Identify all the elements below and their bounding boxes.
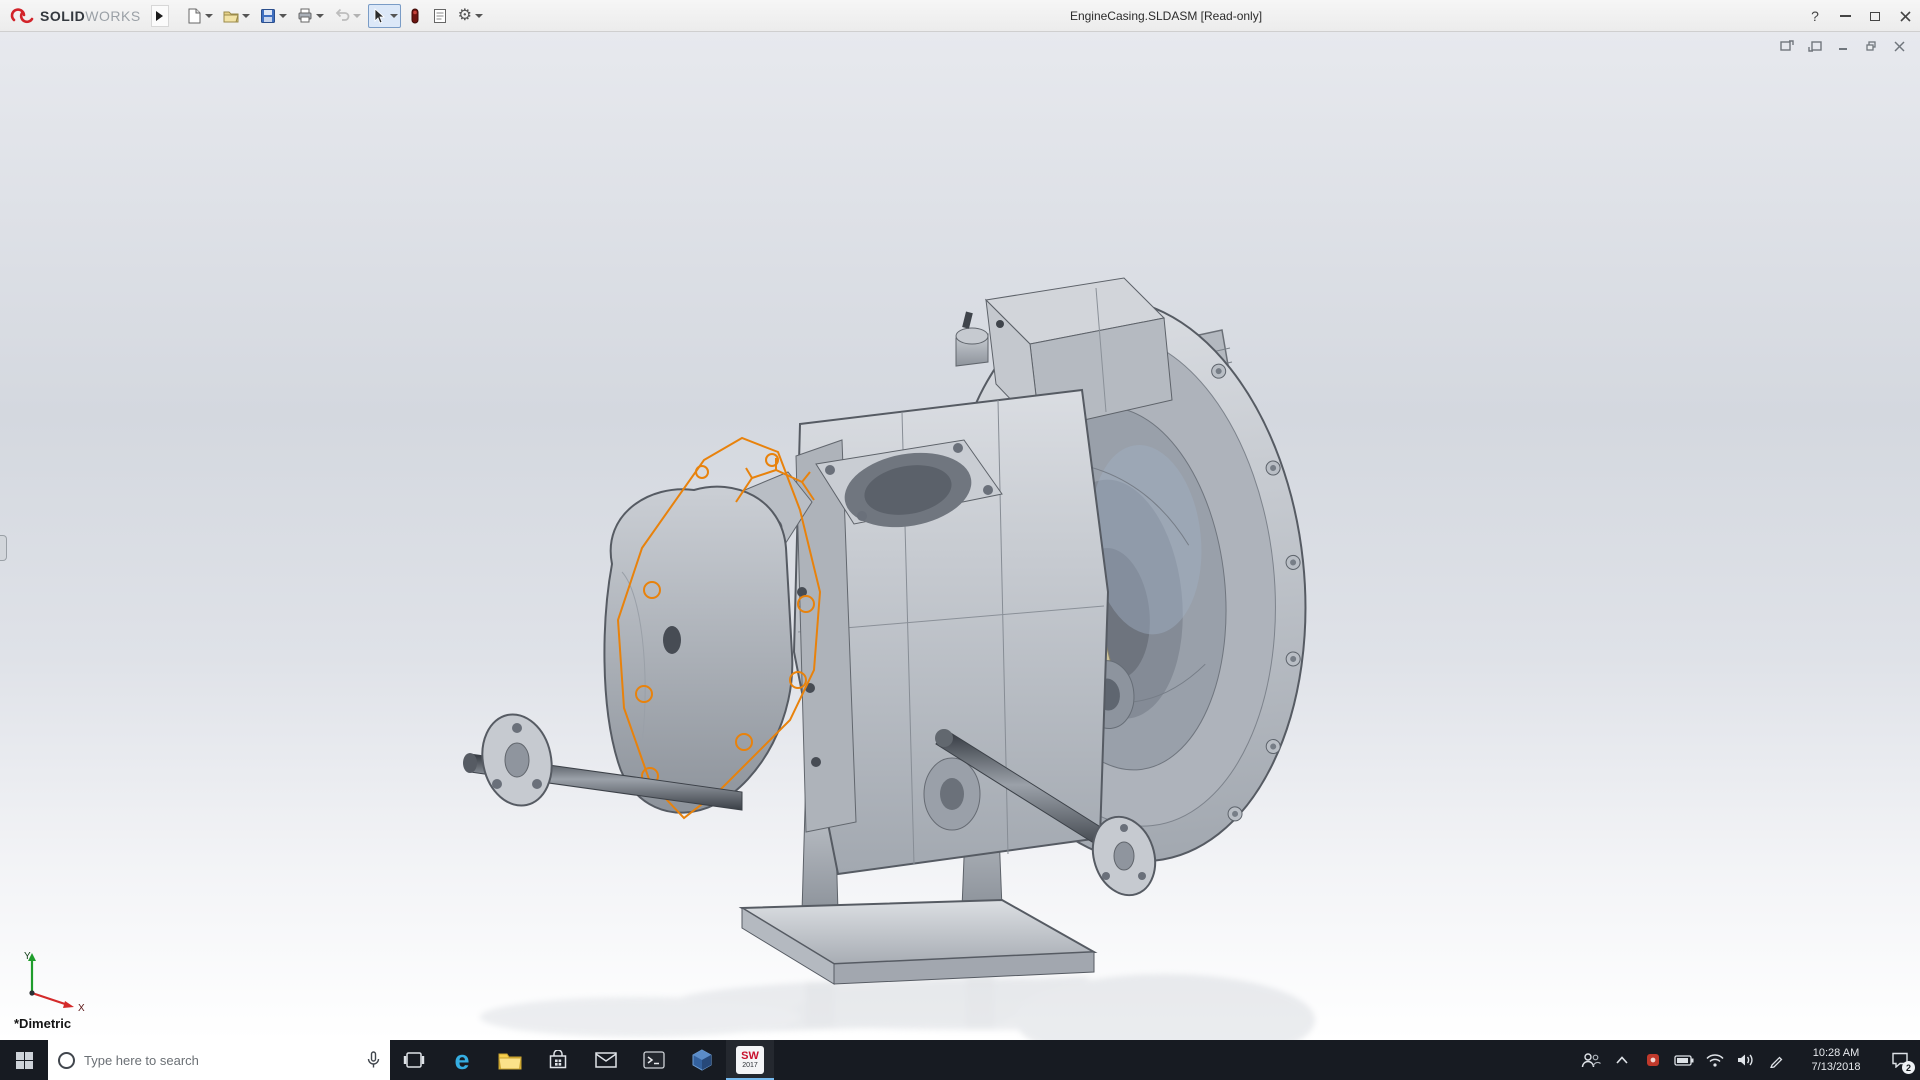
save-button[interactable] [257, 4, 290, 28]
cortana-icon [58, 1052, 75, 1069]
chevron-up-icon [1616, 1056, 1628, 1064]
panel-collapse-tab[interactable] [0, 535, 7, 561]
taskbar-apps: e [390, 1040, 774, 1080]
graphics-viewport[interactable]: Y X *Dimetric [0, 32, 1920, 1040]
quick-access-toolbar: ⚙ [183, 4, 486, 28]
float-pane-icon[interactable] [1776, 38, 1798, 54]
options-button[interactable]: ⚙ [455, 4, 486, 28]
system-tray: 10:28 AM 7/13/2018 2 [1575, 1040, 1920, 1080]
edrawings-button[interactable] [678, 1040, 726, 1080]
battery-icon [1674, 1055, 1694, 1066]
file-explorer-button[interactable] [486, 1040, 534, 1080]
new-document-button[interactable] [183, 4, 216, 28]
view-orientation-label: *Dimetric [14, 1016, 71, 1031]
start-button[interactable] [0, 1040, 48, 1080]
windows-logo-icon [16, 1052, 33, 1069]
command-prompt-button[interactable] [630, 1040, 678, 1080]
toolbar-expand-arrow[interactable] [151, 5, 169, 27]
task-view-button[interactable] [390, 1040, 438, 1080]
maximize-button[interactable] [1860, 0, 1890, 32]
people-button[interactable] [1575, 1040, 1606, 1080]
print-button[interactable] [294, 4, 327, 28]
pen-icon [1769, 1053, 1784, 1068]
side-cover-plate[interactable] [604, 487, 792, 813]
window-controls: ? [1800, 0, 1920, 32]
solidworks-logo: SOLIDWORKS [0, 0, 151, 31]
undo-button[interactable] [331, 4, 364, 28]
open-document-icon [223, 8, 239, 24]
undo-icon [334, 8, 350, 24]
command-prompt-icon [643, 1051, 665, 1069]
windows-taskbar: e [0, 1040, 1920, 1080]
show-hidden-icons-button[interactable] [1606, 1040, 1637, 1080]
edge-button[interactable]: e [438, 1040, 486, 1080]
store-button[interactable] [534, 1040, 582, 1080]
floor-reflection [480, 974, 1315, 1040]
edge-icon: e [454, 1047, 469, 1074]
select-tool-button[interactable] [368, 4, 401, 28]
dropdown-arrow-icon[interactable] [475, 14, 483, 18]
taskbar-search[interactable] [48, 1040, 390, 1080]
solidworks-rx-button[interactable] [1637, 1040, 1668, 1080]
solidworks-app-icon: SW 2017 [736, 1046, 764, 1074]
store-icon [548, 1050, 568, 1070]
notification-badge: 2 [1902, 1061, 1915, 1074]
new-document-icon [186, 8, 202, 24]
child-close-button[interactable] [1888, 38, 1910, 54]
document-window-controls [1776, 38, 1910, 54]
dropdown-arrow-icon[interactable] [353, 14, 361, 18]
battery-button[interactable] [1668, 1040, 1699, 1080]
open-document-button[interactable] [220, 4, 253, 28]
file-properties-button[interactable] [429, 4, 451, 28]
triad-y-label: Y [24, 951, 31, 962]
child-minimize-button[interactable] [1832, 38, 1854, 54]
speaker-icon [1737, 1053, 1754, 1067]
solidworks-logo-glyph [10, 6, 36, 26]
options-gear-icon: ⚙ [458, 8, 472, 24]
file-properties-icon [432, 8, 448, 24]
wifi-icon [1706, 1054, 1724, 1067]
rebuild-icon [408, 8, 422, 24]
minimize-button[interactable] [1830, 0, 1860, 32]
dock-pane-icon[interactable] [1804, 38, 1826, 54]
print-icon [297, 8, 313, 24]
dropdown-arrow-icon[interactable] [390, 14, 398, 18]
taskbar-clock[interactable]: 10:28 AM 7/13/2018 [1792, 1046, 1880, 1074]
dropdown-arrow-icon[interactable] [279, 14, 287, 18]
action-center-button[interactable]: 2 [1880, 1040, 1920, 1080]
edrawings-icon [691, 1049, 713, 1071]
pen-button[interactable] [1761, 1040, 1792, 1080]
title-bar: SOLIDWORKS [0, 0, 1920, 32]
clock-time: 10:28 AM [1792, 1046, 1880, 1060]
dropdown-arrow-icon[interactable] [316, 14, 324, 18]
task-view-icon [403, 1051, 425, 1069]
file-explorer-icon [498, 1051, 522, 1070]
brand-text: SOLIDWORKS [40, 8, 141, 24]
orientation-triad[interactable]: Y X [16, 947, 90, 1015]
engine-casing-model[interactable] [0, 32, 1920, 1040]
mail-icon [595, 1052, 617, 1068]
rebuild-button[interactable] [405, 4, 425, 28]
close-button[interactable] [1890, 0, 1920, 32]
select-cursor-icon [371, 8, 387, 24]
dropdown-arrow-icon[interactable] [205, 14, 213, 18]
people-icon [1581, 1052, 1601, 1068]
stand-base[interactable] [742, 900, 1094, 984]
solidworks-2017-button[interactable]: SW 2017 [726, 1040, 774, 1080]
clock-date: 7/13/2018 [1792, 1060, 1880, 1074]
save-icon [260, 8, 276, 24]
close-icon [1900, 11, 1911, 22]
document-title: EngineCasing.SLDASM [Read-only] [1070, 0, 1262, 32]
solidworks-rx-icon [1646, 1053, 1660, 1067]
dropdown-arrow-icon[interactable] [242, 14, 250, 18]
help-button[interactable]: ? [1800, 0, 1830, 32]
microphone-icon[interactable] [367, 1051, 380, 1069]
mail-button[interactable] [582, 1040, 630, 1080]
volume-button[interactable] [1730, 1040, 1761, 1080]
search-input[interactable] [84, 1053, 358, 1068]
triad-x-label: X [78, 1003, 85, 1014]
child-restore-button[interactable] [1860, 38, 1882, 54]
network-button[interactable] [1699, 1040, 1730, 1080]
